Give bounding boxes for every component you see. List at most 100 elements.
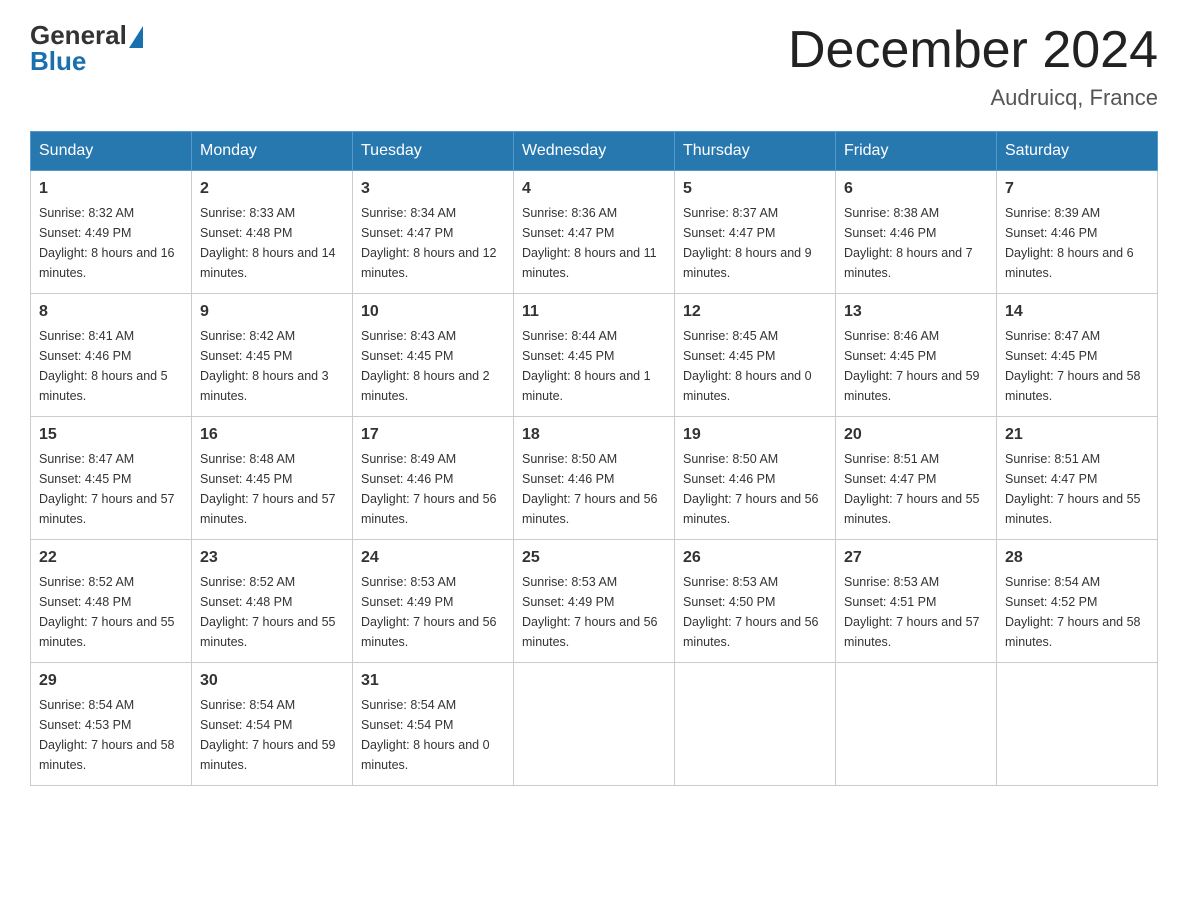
day-info: Sunrise: 8:50 AM Sunset: 4:46 PM Dayligh…	[683, 449, 827, 529]
sunset-label: Sunset: 4:45 PM	[39, 472, 131, 486]
table-row: 29 Sunrise: 8:54 AM Sunset: 4:53 PM Dayl…	[31, 663, 192, 786]
day-info: Sunrise: 8:43 AM Sunset: 4:45 PM Dayligh…	[361, 326, 505, 406]
sunset-label: Sunset: 4:46 PM	[1005, 226, 1097, 240]
table-row: 8 Sunrise: 8:41 AM Sunset: 4:46 PM Dayli…	[31, 294, 192, 417]
day-number: 25	[522, 546, 666, 570]
sunrise-label: Sunrise: 8:51 AM	[1005, 452, 1100, 466]
sunset-label: Sunset: 4:47 PM	[361, 226, 453, 240]
table-row: 5 Sunrise: 8:37 AM Sunset: 4:47 PM Dayli…	[675, 171, 836, 294]
day-number: 30	[200, 669, 344, 693]
calendar-week-row: 15 Sunrise: 8:47 AM Sunset: 4:45 PM Dayl…	[31, 417, 1158, 540]
daylight-label: Daylight: 8 hours and 0 minutes.	[683, 369, 812, 403]
sunset-label: Sunset: 4:45 PM	[200, 349, 292, 363]
day-info: Sunrise: 8:38 AM Sunset: 4:46 PM Dayligh…	[844, 203, 988, 283]
sunrise-label: Sunrise: 8:52 AM	[39, 575, 134, 589]
day-number: 4	[522, 177, 666, 201]
sunset-label: Sunset: 4:52 PM	[1005, 595, 1097, 609]
day-number: 23	[200, 546, 344, 570]
day-info: Sunrise: 8:51 AM Sunset: 4:47 PM Dayligh…	[844, 449, 988, 529]
sunrise-label: Sunrise: 8:32 AM	[39, 206, 134, 220]
sunset-label: Sunset: 4:45 PM	[361, 349, 453, 363]
table-row: 24 Sunrise: 8:53 AM Sunset: 4:49 PM Dayl…	[353, 540, 514, 663]
table-row: 16 Sunrise: 8:48 AM Sunset: 4:45 PM Dayl…	[192, 417, 353, 540]
daylight-label: Daylight: 7 hours and 58 minutes.	[1005, 369, 1141, 403]
daylight-label: Daylight: 7 hours and 57 minutes.	[200, 492, 336, 526]
sunrise-label: Sunrise: 8:39 AM	[1005, 206, 1100, 220]
day-info: Sunrise: 8:52 AM Sunset: 4:48 PM Dayligh…	[39, 572, 183, 652]
day-number: 17	[361, 423, 505, 447]
sunrise-label: Sunrise: 8:54 AM	[1005, 575, 1100, 589]
sunrise-label: Sunrise: 8:54 AM	[39, 698, 134, 712]
sunrise-label: Sunrise: 8:53 AM	[683, 575, 778, 589]
sunset-label: Sunset: 4:47 PM	[844, 472, 936, 486]
sunrise-label: Sunrise: 8:34 AM	[361, 206, 456, 220]
table-row: 31 Sunrise: 8:54 AM Sunset: 4:54 PM Dayl…	[353, 663, 514, 786]
day-number: 11	[522, 300, 666, 324]
day-number: 14	[1005, 300, 1149, 324]
table-row: 21 Sunrise: 8:51 AM Sunset: 4:47 PM Dayl…	[997, 417, 1158, 540]
sunset-label: Sunset: 4:48 PM	[39, 595, 131, 609]
day-info: Sunrise: 8:33 AM Sunset: 4:48 PM Dayligh…	[200, 203, 344, 283]
daylight-label: Daylight: 7 hours and 59 minutes.	[200, 738, 336, 772]
day-number: 24	[361, 546, 505, 570]
day-number: 29	[39, 669, 183, 693]
sunrise-label: Sunrise: 8:53 AM	[522, 575, 617, 589]
day-info: Sunrise: 8:32 AM Sunset: 4:49 PM Dayligh…	[39, 203, 183, 283]
day-info: Sunrise: 8:39 AM Sunset: 4:46 PM Dayligh…	[1005, 203, 1149, 283]
sunrise-label: Sunrise: 8:50 AM	[683, 452, 778, 466]
day-info: Sunrise: 8:34 AM Sunset: 4:47 PM Dayligh…	[361, 203, 505, 283]
day-number: 19	[683, 423, 827, 447]
logo: General Blue	[30, 20, 143, 77]
day-info: Sunrise: 8:49 AM Sunset: 4:46 PM Dayligh…	[361, 449, 505, 529]
col-saturday: Saturday	[997, 132, 1158, 171]
sunrise-label: Sunrise: 8:33 AM	[200, 206, 295, 220]
sunset-label: Sunset: 4:54 PM	[200, 718, 292, 732]
sunrise-label: Sunrise: 8:52 AM	[200, 575, 295, 589]
sunrise-label: Sunrise: 8:41 AM	[39, 329, 134, 343]
day-number: 1	[39, 177, 183, 201]
day-number: 16	[200, 423, 344, 447]
daylight-label: Daylight: 7 hours and 55 minutes.	[39, 615, 175, 649]
day-info: Sunrise: 8:42 AM Sunset: 4:45 PM Dayligh…	[200, 326, 344, 406]
sunset-label: Sunset: 4:45 PM	[200, 472, 292, 486]
logo-blue-text: Blue	[30, 46, 86, 77]
sunrise-label: Sunrise: 8:44 AM	[522, 329, 617, 343]
sunrise-label: Sunrise: 8:45 AM	[683, 329, 778, 343]
table-row: 11 Sunrise: 8:44 AM Sunset: 4:45 PM Dayl…	[514, 294, 675, 417]
day-info: Sunrise: 8:53 AM Sunset: 4:51 PM Dayligh…	[844, 572, 988, 652]
sunrise-label: Sunrise: 8:48 AM	[200, 452, 295, 466]
sunset-label: Sunset: 4:45 PM	[522, 349, 614, 363]
table-row	[514, 663, 675, 786]
daylight-label: Daylight: 8 hours and 5 minutes.	[39, 369, 168, 403]
sunset-label: Sunset: 4:46 PM	[39, 349, 131, 363]
sunset-label: Sunset: 4:46 PM	[361, 472, 453, 486]
day-number: 18	[522, 423, 666, 447]
daylight-label: Daylight: 7 hours and 56 minutes.	[683, 615, 819, 649]
calendar-week-row: 29 Sunrise: 8:54 AM Sunset: 4:53 PM Dayl…	[31, 663, 1158, 786]
sunset-label: Sunset: 4:48 PM	[200, 595, 292, 609]
month-title: December 2024	[788, 20, 1158, 80]
calendar-week-row: 8 Sunrise: 8:41 AM Sunset: 4:46 PM Dayli…	[31, 294, 1158, 417]
sunrise-label: Sunrise: 8:42 AM	[200, 329, 295, 343]
sunset-label: Sunset: 4:49 PM	[522, 595, 614, 609]
sunrise-label: Sunrise: 8:47 AM	[39, 452, 134, 466]
day-info: Sunrise: 8:50 AM Sunset: 4:46 PM Dayligh…	[522, 449, 666, 529]
day-info: Sunrise: 8:51 AM Sunset: 4:47 PM Dayligh…	[1005, 449, 1149, 529]
day-number: 13	[844, 300, 988, 324]
day-number: 31	[361, 669, 505, 693]
daylight-label: Daylight: 7 hours and 56 minutes.	[361, 492, 497, 526]
day-info: Sunrise: 8:53 AM Sunset: 4:50 PM Dayligh…	[683, 572, 827, 652]
daylight-label: Daylight: 8 hours and 16 minutes.	[39, 246, 175, 280]
table-row: 27 Sunrise: 8:53 AM Sunset: 4:51 PM Dayl…	[836, 540, 997, 663]
day-info: Sunrise: 8:45 AM Sunset: 4:45 PM Dayligh…	[683, 326, 827, 406]
daylight-label: Daylight: 7 hours and 56 minutes.	[522, 492, 658, 526]
calendar-week-row: 22 Sunrise: 8:52 AM Sunset: 4:48 PM Dayl…	[31, 540, 1158, 663]
col-sunday: Sunday	[31, 132, 192, 171]
daylight-label: Daylight: 8 hours and 2 minutes.	[361, 369, 490, 403]
sunset-label: Sunset: 4:47 PM	[1005, 472, 1097, 486]
table-row: 7 Sunrise: 8:39 AM Sunset: 4:46 PM Dayli…	[997, 171, 1158, 294]
calendar-header-row: Sunday Monday Tuesday Wednesday Thursday…	[31, 132, 1158, 171]
daylight-label: Daylight: 8 hours and 7 minutes.	[844, 246, 973, 280]
day-info: Sunrise: 8:54 AM Sunset: 4:53 PM Dayligh…	[39, 695, 183, 775]
table-row: 14 Sunrise: 8:47 AM Sunset: 4:45 PM Dayl…	[997, 294, 1158, 417]
